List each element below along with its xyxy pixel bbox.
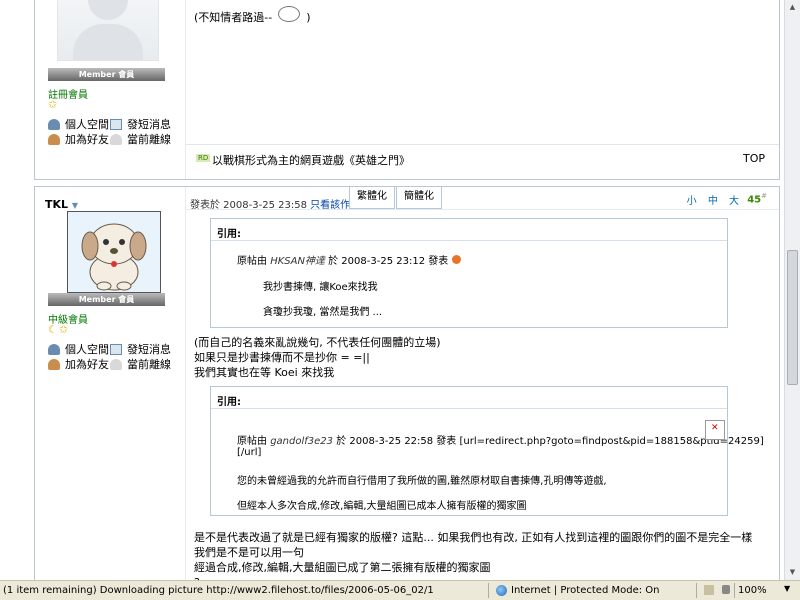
quote-header: 原帖由 gandolf3e23 於 2008-3-25 22:58 發表 [ur…	[237, 436, 764, 447]
member-badge: Member 會員	[48, 68, 165, 81]
quote-text: 但經本人多次合成,修改,編輯,大量組圖已成本人擁有版權的獨家圖	[237, 501, 527, 512]
post-number: 45#	[747, 192, 767, 206]
post-body: 是不是代表改過了就是已經有獨家的版權? 這點... 如果我們也有改, 正如有人找…	[194, 531, 753, 544]
scrollbar-thumb[interactable]	[787, 250, 798, 385]
user-avatar	[67, 211, 161, 293]
post-author-sidebar: TKL ▼ Member 會員 中級會員 ☾✩ 個人空間 發短消息 加為好友 當…	[35, 187, 186, 580]
zoom-level[interactable]: 100%	[738, 585, 767, 596]
emoticon-icon	[278, 6, 301, 22]
online-status: 當前離線	[110, 131, 172, 147]
post-body: 如果只是抄書揀傳而不是抄你 = =||	[194, 351, 370, 364]
quote-header: 原帖由 HKSAN神達 於 2008-3-25 23:12 發表	[237, 252, 462, 267]
pen-icon	[704, 585, 714, 595]
post-body: (而自己的名義來亂說幾句, 不代表任何團體的立場)	[194, 336, 441, 349]
post-meta: 發表於 2008-3-25 23:58 只看該作者	[190, 200, 361, 211]
go-to-post-icon[interactable]	[452, 255, 462, 264]
lock-icon	[722, 585, 730, 594]
vertical-scrollbar[interactable]: ▲ ▼	[784, 0, 800, 580]
font-size-links[interactable]: 小 中 大	[687, 192, 743, 207]
quote-block: 引用: 原帖由 gandolf3e23 於 2008-3-25 22:58 發表…	[210, 386, 764, 516]
post-header: 發表於 2008-3-25 23:58 只看該作者 繁體化 簡體化 小 中 大 …	[186, 187, 779, 211]
add-friend-link[interactable]: 加為好友	[48, 356, 110, 372]
quote-block: 引用: 原帖由 HKSAN神達 於 2008-3-25 23:12 發表 我抄書…	[210, 218, 728, 328]
browser-viewport: Member 會員 註冊會員 ✩ 個人空間 發短消息 加為好友 當前離線 (不知…	[0, 0, 784, 580]
offline-icon	[110, 133, 122, 145]
post-body: 經過合成,修改,編輯,大量組圖已成了第二張擁有版權的獨家圖	[194, 561, 491, 574]
add-friend-icon	[48, 133, 60, 145]
chevron-down-icon: ▼	[71, 201, 79, 210]
globe-icon	[496, 585, 507, 596]
post-body: 我們是不是可以用一句	[194, 546, 304, 559]
post-body: 我們其實也在等 Koei 來找我	[194, 366, 335, 379]
personal-space-link[interactable]: 個人空間	[48, 116, 110, 132]
scroll-up-icon[interactable]: ▲	[786, 0, 799, 14]
home-icon	[48, 343, 60, 355]
mail-icon	[110, 118, 122, 130]
online-status: 當前離線	[110, 356, 172, 372]
default-avatar	[57, 0, 159, 61]
home-icon	[48, 118, 60, 130]
quote-header: [/url]	[237, 447, 262, 458]
quote-text: 貪瓊抄我瓊, 當然是我們 ...	[263, 307, 383, 318]
offline-icon	[110, 358, 122, 370]
top-link[interactable]: TOP	[743, 152, 765, 165]
star-icon: ✩	[48, 98, 59, 111]
quote-text: 我抄書揀傳, 讓Koe來找我	[263, 282, 378, 293]
status-bar: (1 item remaining) Downloading picture h…	[0, 580, 800, 600]
signature-link[interactable]: 以戰棋形式為主的網頁遊戲《英雄之門》	[212, 152, 410, 168]
send-message-link[interactable]: 發短消息	[110, 341, 172, 357]
forum-post-previous: Member 會員 註冊會員 ✩ 個人空間 發短消息 加為好友 當前離線 (不知…	[34, 0, 780, 180]
quote-title: 引用:	[217, 229, 241, 240]
moon-star-icon: ☾✩	[48, 323, 70, 336]
quote-text: 您的未曾經過我的允許而自行借用了我所做的圖,雖然原材取自書揀傳,孔明傳等遊戲,	[237, 476, 607, 487]
status-text: (1 item remaining) Downloading picture h…	[3, 585, 434, 596]
broken-image-icon: ✕	[705, 420, 725, 440]
chevron-down-icon[interactable]: ▼	[784, 584, 790, 593]
send-message-link[interactable]: 發短消息	[110, 116, 172, 132]
forum-post-tkl: TKL ▼ Member 會員 中級會員 ☾✩ 個人空間 發短消息 加為好友 當…	[34, 186, 780, 580]
add-friend-link[interactable]: 加為好友	[48, 131, 110, 147]
scroll-down-icon[interactable]: ▼	[786, 565, 799, 579]
member-badge: Member 會員	[48, 293, 165, 306]
add-friend-icon	[48, 358, 60, 370]
traditional-button[interactable]: 繁體化	[349, 187, 395, 209]
post-author-sidebar: Member 會員 註冊會員 ✩ 個人空間 發短消息 加為好友 當前離線	[35, 0, 186, 179]
simplified-button[interactable]: 簡體化	[396, 187, 442, 209]
personal-space-link[interactable]: 個人空間	[48, 341, 110, 357]
mail-icon	[110, 343, 122, 355]
quote-title: 引用:	[217, 397, 241, 408]
username[interactable]: TKL ▼	[45, 198, 78, 211]
signature-bar: RD 以戰棋形式為主的網頁遊戲《英雄之門》 TOP	[186, 144, 779, 175]
security-zone[interactable]: Internet | Protected Mode: On	[496, 585, 659, 596]
post-body: (不知情者路過-- )	[194, 6, 311, 25]
rd-badge: RD	[196, 154, 211, 162]
